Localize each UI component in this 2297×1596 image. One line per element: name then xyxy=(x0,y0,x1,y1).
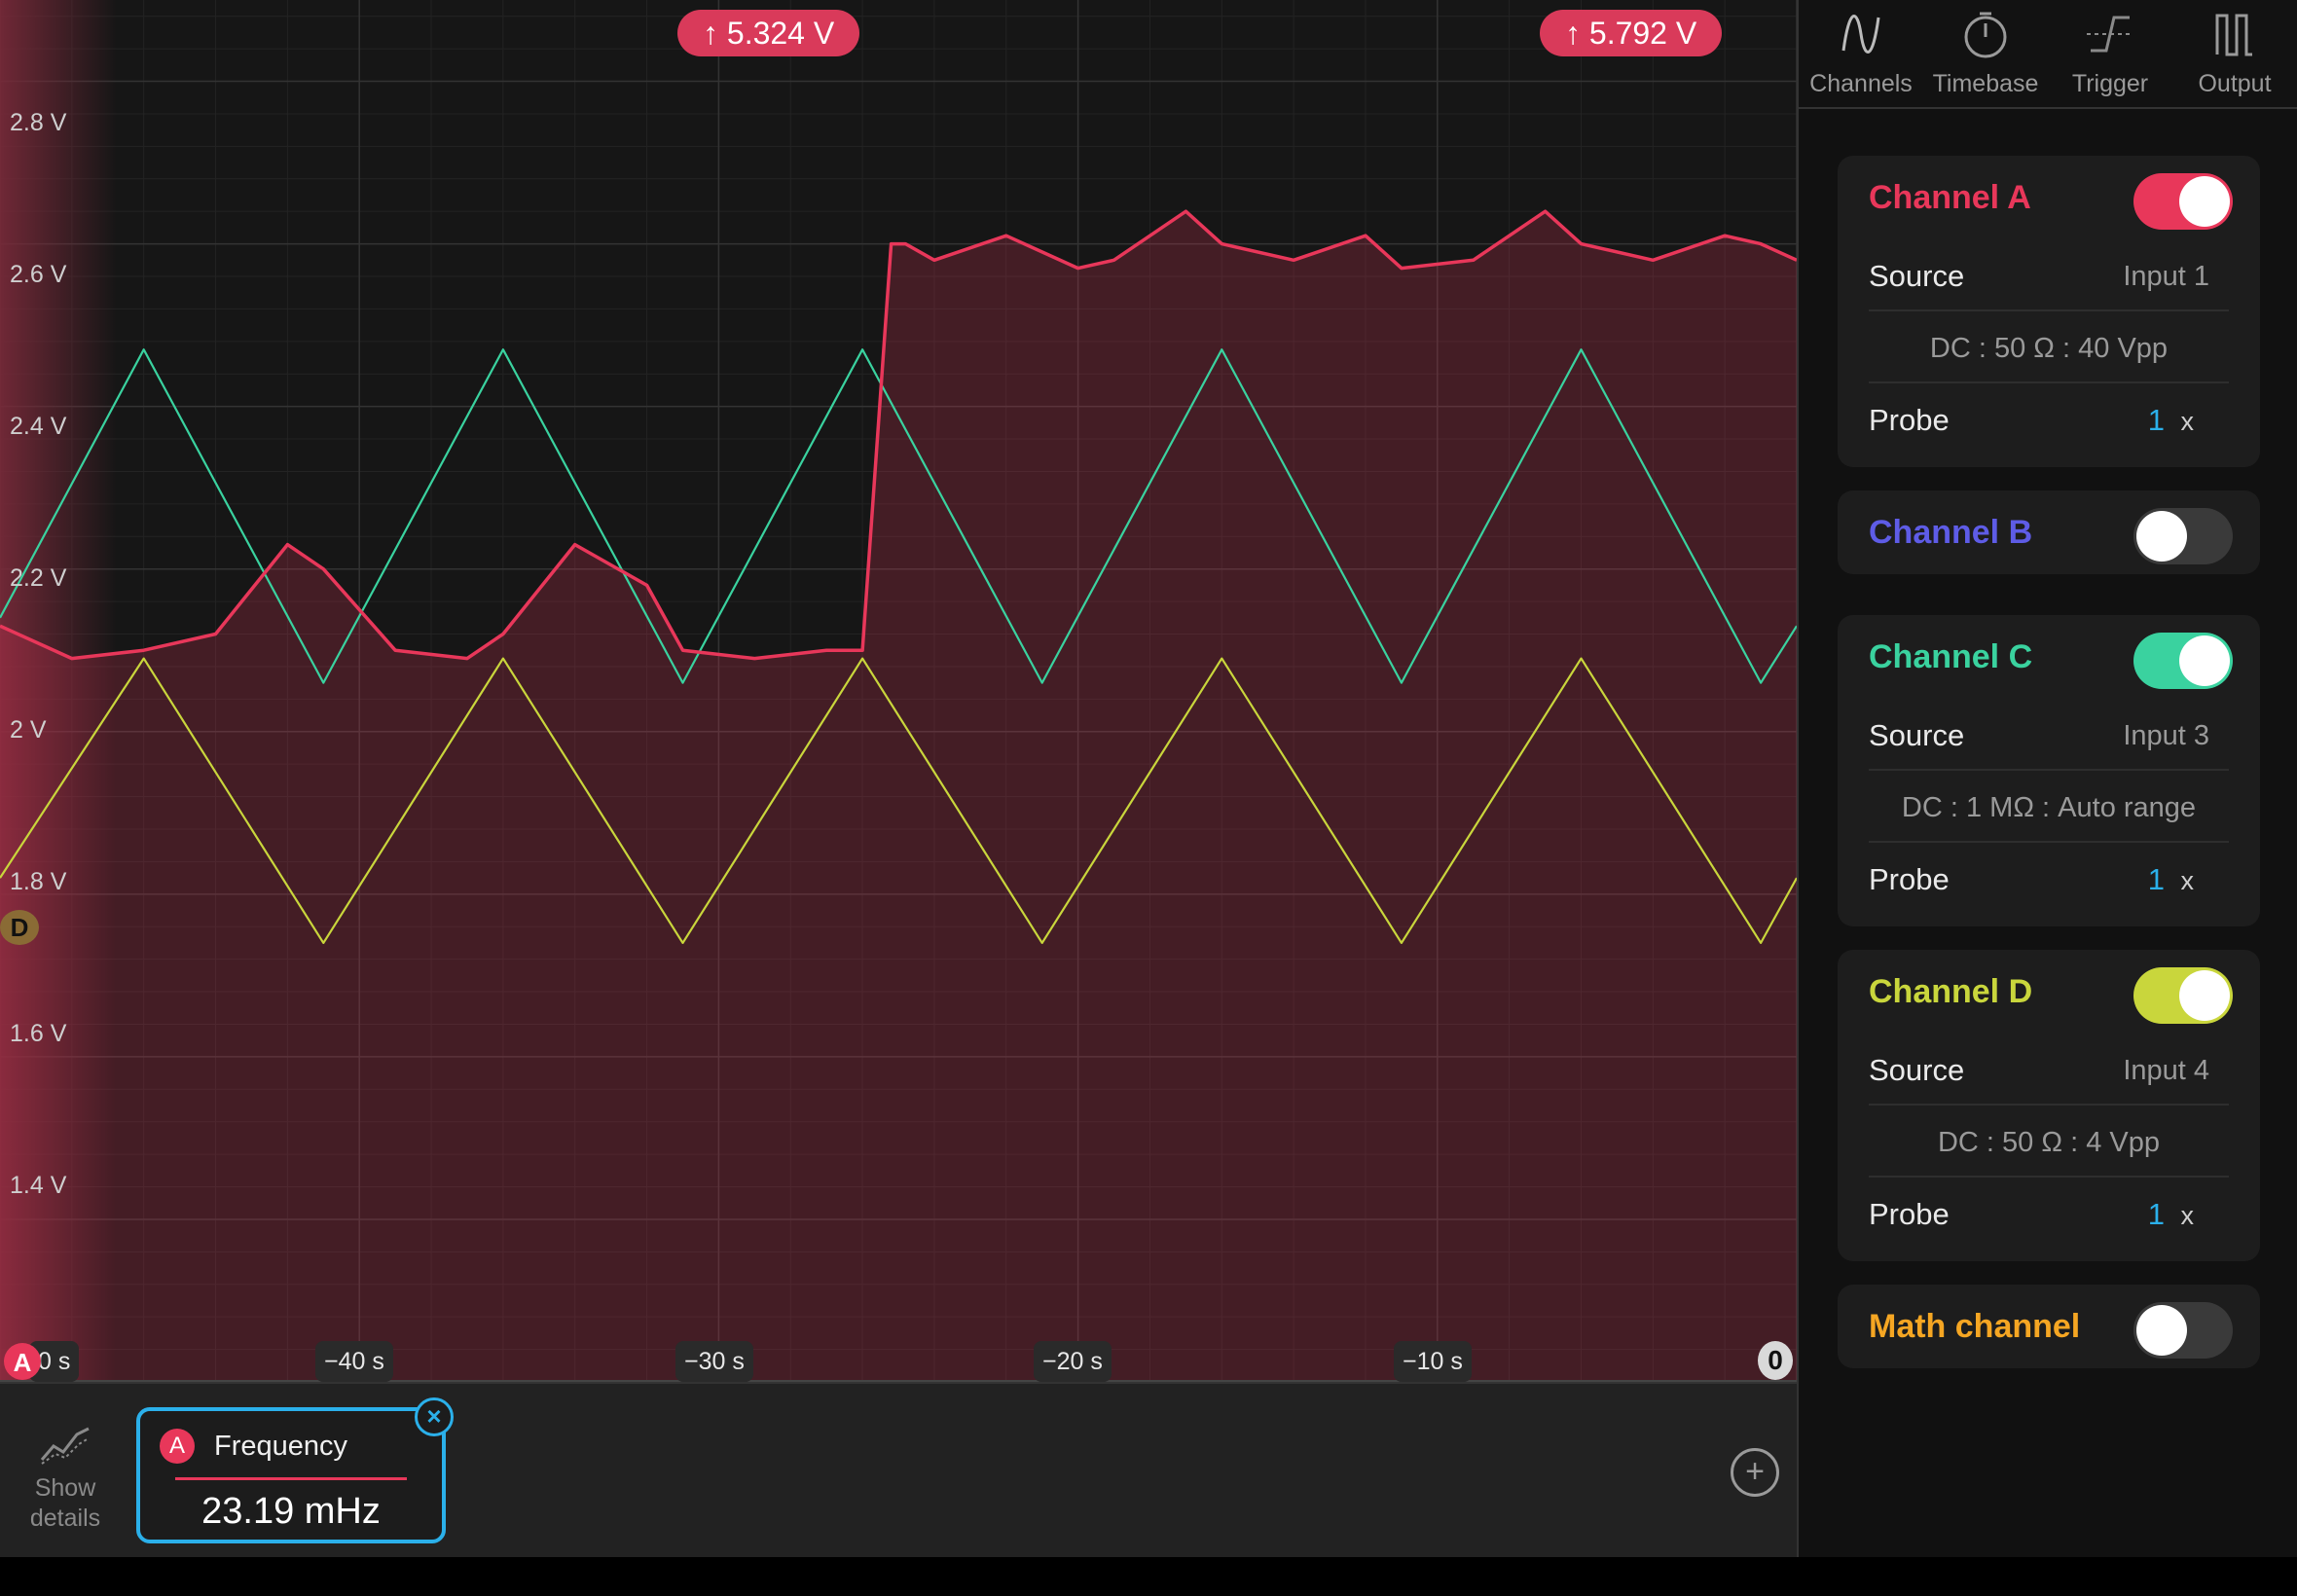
channel-c-config-row[interactable]: DC : 1 MΩ : Auto range xyxy=(1869,769,2229,841)
tab-channels[interactable]: Channels xyxy=(1799,0,1923,107)
tab-label: Trigger xyxy=(2071,70,2149,97)
source-label: Source xyxy=(1869,718,1965,752)
probe-unit: x xyxy=(2180,1201,2195,1230)
show-details-button[interactable]: Show details xyxy=(21,1423,109,1534)
chart-line-icon xyxy=(40,1427,90,1465)
channel-d-toggle[interactable] xyxy=(2133,967,2233,1024)
channel-d-config-row[interactable]: DC : 50 Ω : 4 Vpp xyxy=(1869,1104,2229,1176)
frequency-measurement-card[interactable]: A Frequency 23.19 mHz xyxy=(136,1407,446,1543)
channel-a-config-row[interactable]: DC : 50 Ω : 40 Vpp xyxy=(1869,309,2229,381)
source-value: Input 1 xyxy=(2123,261,2209,292)
tab-timebase[interactable]: Timebase xyxy=(1923,0,2048,107)
source-value: Input 3 xyxy=(2123,720,2209,751)
channel-c-source-row[interactable]: Source Input 3 xyxy=(1869,699,2229,769)
source-label: Source xyxy=(1869,1053,1965,1087)
math-channel-toggle[interactable] xyxy=(2133,1302,2233,1359)
y-axis-label: 2.8 V xyxy=(10,109,67,136)
channel-d-source-row[interactable]: Source Input 4 xyxy=(1869,1034,2229,1104)
probe-unit: x xyxy=(2180,407,2195,436)
source-value: Input 4 xyxy=(2123,1055,2209,1086)
measurement-channel-badge: A xyxy=(160,1429,195,1464)
measurements-bar: Show details A Frequency 23.19 mHz × + xyxy=(0,1382,1797,1559)
config-value: DC : 50 Ω : 4 Vpp xyxy=(1937,1127,2160,1158)
channel-a-toggle[interactable] xyxy=(2133,173,2233,230)
probe-value[interactable]: 1 xyxy=(2148,862,2165,897)
channel-b-card: Channel B xyxy=(1838,490,2260,574)
x-axis-label: −30 s xyxy=(675,1341,753,1382)
waveform-plot[interactable] xyxy=(0,0,1797,1382)
config-value: DC : 1 MΩ : Auto range xyxy=(1901,792,2197,823)
tab-bar: Channels Timebase Trigger Output xyxy=(1799,0,2297,109)
probe-label: Probe xyxy=(1869,1197,1950,1231)
y-axis-label: 2 V xyxy=(10,716,47,744)
channel-a-title: Channel A xyxy=(1869,179,2031,216)
y-axis-label: 1.8 V xyxy=(10,868,67,895)
square-wave-icon xyxy=(2215,14,2252,56)
x-axis-label: −20 s xyxy=(1034,1341,1112,1382)
y-axis-label: 2.2 V xyxy=(10,564,67,592)
peak-voltage-label: ↑ 5.324 V xyxy=(677,10,860,56)
settings-panel: Channels Timebase Trigger Output Channel… xyxy=(1797,0,2297,1557)
tab-label: Timebase xyxy=(1932,70,2039,97)
stopwatch-icon xyxy=(1964,12,2007,58)
probe-label: Probe xyxy=(1869,862,1950,896)
probe-value[interactable]: 1 xyxy=(2148,403,2165,438)
channel-c-title: Channel C xyxy=(1869,638,2033,675)
channel-d-probe-row[interactable]: Probe 1 x xyxy=(1869,1176,2229,1248)
trigger-edge-icon xyxy=(2087,16,2133,53)
channel-a-probe-row[interactable]: Probe 1 x xyxy=(1869,381,2229,453)
channel-d-offset-marker[interactable]: D xyxy=(0,910,39,945)
channel-c-card: Channel C Source Input 3 DC : 1 MΩ : Aut… xyxy=(1838,615,2260,926)
measurement-value: 23.19 mHz xyxy=(201,1491,381,1532)
probe-label: Probe xyxy=(1869,403,1950,437)
y-axis-label: 2.6 V xyxy=(10,261,67,288)
probe-value[interactable]: 1 xyxy=(2148,1197,2165,1232)
y-axis-label: 2.4 V xyxy=(10,413,67,440)
math-channel-title: Math channel xyxy=(1869,1308,2081,1345)
measurement-divider xyxy=(175,1477,407,1480)
source-label: Source xyxy=(1869,259,1965,293)
tab-output[interactable]: Output xyxy=(2172,0,2297,107)
x-axis-label: −10 s xyxy=(1394,1341,1472,1382)
trigger-time-marker[interactable]: 0 xyxy=(1758,1341,1793,1380)
channel-b-title: Channel B xyxy=(1869,514,2033,551)
tab-trigger[interactable]: Trigger xyxy=(2048,0,2172,107)
close-icon[interactable]: × xyxy=(415,1397,454,1436)
scope-display[interactable]: 2.8 V 2.6 V 2.4 V 2.2 V 2 V 1.8 V 1.6 V … xyxy=(0,0,1797,1382)
channel-d-card: Channel D Source Input 4 DC : 50 Ω : 4 V… xyxy=(1838,950,2260,1261)
channel-a-source-row[interactable]: Source Input 1 xyxy=(1869,239,2229,309)
sine-wave-icon xyxy=(1841,14,1880,54)
y-axis-label: 1.4 V xyxy=(10,1172,67,1199)
show-details-label: Show details xyxy=(29,1474,101,1532)
channel-c-probe-row[interactable]: Probe 1 x xyxy=(1869,841,2229,913)
math-channel-card: Math channel xyxy=(1838,1285,2260,1368)
y-axis-label: 1.6 V xyxy=(10,1020,67,1047)
add-measurement-icon[interactable]: + xyxy=(1731,1448,1779,1497)
x-axis-label: −40 s xyxy=(315,1341,393,1382)
peak-voltage-label: ↑ 5.792 V xyxy=(1540,10,1723,56)
channel-c-toggle[interactable] xyxy=(2133,633,2233,689)
channel-a-card: Channel A Source Input 1 DC : 50 Ω : 40 … xyxy=(1838,156,2260,467)
probe-unit: x xyxy=(2180,866,2195,895)
tab-label: Output xyxy=(2198,70,2272,97)
config-value: DC : 50 Ω : 40 Vpp xyxy=(1929,333,2169,364)
measurement-name: Frequency xyxy=(214,1431,348,1462)
channel-a-marker[interactable]: A xyxy=(4,1343,41,1380)
channel-b-toggle[interactable] xyxy=(2133,508,2233,564)
tab-label: Channels xyxy=(1809,70,1913,97)
bottom-strip xyxy=(0,1557,2297,1596)
channel-d-title: Channel D xyxy=(1869,973,2033,1010)
